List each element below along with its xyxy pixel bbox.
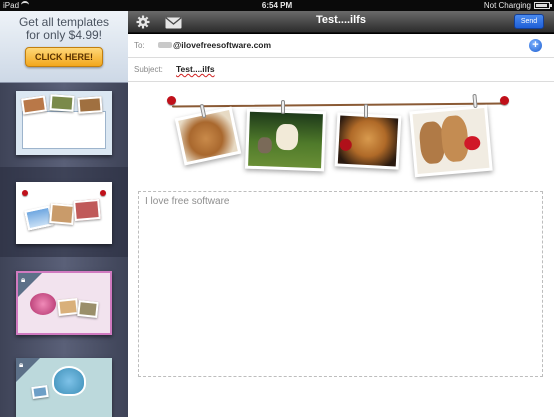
compose-header: Test....ilfs Send [128, 11, 554, 33]
template-thumb-photo [21, 95, 47, 115]
puppy-photo [174, 106, 242, 166]
pin-icon [167, 96, 176, 105]
puppy-figure [275, 123, 299, 151]
subject-label: Subject: [134, 65, 163, 74]
clip-icon [364, 104, 368, 118]
photo-strip-decoration [128, 82, 554, 192]
pin-icon [500, 96, 509, 105]
kitten-figure [257, 137, 273, 154]
puppy-photo [334, 112, 402, 170]
to-row: To: @ilovefreesoftware.com + [128, 34, 554, 58]
puppy-photo [244, 108, 327, 172]
battery-status: Not Charging [483, 1, 531, 10]
heart-frame [52, 366, 86, 396]
template-thumb-photo [73, 198, 101, 222]
redacted-username [158, 42, 172, 48]
pin-icon [22, 190, 28, 196]
to-field[interactable]: @ilovefreesoftware.com [158, 40, 271, 50]
status-right: Not Charging [483, 0, 552, 11]
status-time: 6:54 PM [261, 1, 293, 10]
lock-icon: 🔒︎ [19, 360, 24, 369]
template-thumb-photo [77, 299, 99, 319]
template-photo-strip-blue[interactable] [16, 91, 112, 155]
template-thumb-photo [57, 297, 79, 317]
compose-title: Test....ilfs [316, 14, 366, 26]
battery-icon [534, 2, 552, 9]
compose-area: To: @ilovefreesoftware.com + Subject: Te… [128, 34, 554, 417]
pin-icon [100, 190, 106, 196]
teddy-bears-photo [409, 104, 493, 178]
promo-banner: Get all templates for only $4.99! CLICK … [0, 11, 128, 83]
lock-icon: 🔒︎ [21, 275, 26, 284]
template-photo-collage-white[interactable] [16, 182, 112, 244]
to-label: To: [134, 41, 145, 50]
subject-field[interactable]: Test....ilfs [176, 64, 215, 74]
add-recipient-icon[interactable]: + [529, 39, 542, 52]
photo-image [178, 110, 238, 162]
click-here-button[interactable]: CLICK HERE! [25, 47, 103, 67]
message-body-field[interactable]: I love free software [138, 191, 543, 377]
status-bar: iPad 6:54 PM Not Charging [0, 0, 554, 11]
template-paper [22, 111, 106, 149]
template-rose-pink[interactable]: 🔒︎ [16, 271, 112, 335]
send-button[interactable]: Send [514, 14, 544, 29]
clip-icon [281, 100, 285, 114]
to-domain: @ilovefreesoftware.com [173, 40, 272, 50]
template-thumb-photo [77, 96, 103, 114]
template-thumb-photo [49, 94, 75, 112]
template-sidebar: Get all templates for only $4.99! CLICK … [0, 11, 128, 417]
clip-icon [472, 93, 478, 109]
message-body-text: I love free software [145, 196, 230, 207]
template-thumb-photo [31, 384, 49, 400]
promo-line-2: for only $4.99! [25, 28, 103, 42]
template-heart-teal[interactable]: 🔒︎ [16, 358, 112, 417]
template-thumb-photo [49, 202, 75, 226]
subject-row: Subject: Test....ilfs [128, 58, 554, 82]
